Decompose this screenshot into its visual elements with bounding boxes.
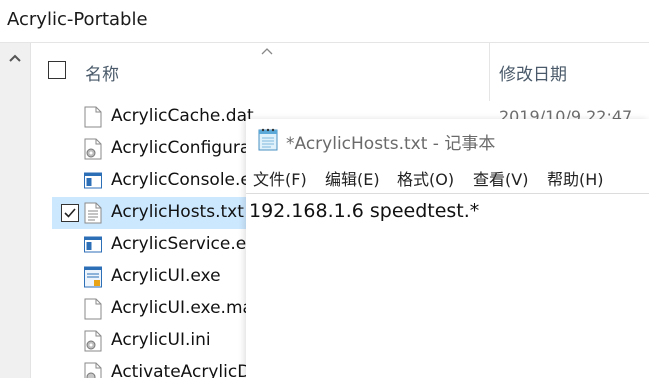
app-window-icon: [84, 170, 102, 192]
explorer-address-bar[interactable]: Acrylic-Portable: [0, 0, 649, 43]
config-file-icon: [84, 330, 102, 352]
file-row[interactable]: AcrylicCache.dat: [52, 101, 254, 133]
file-name: AcrylicConfigura: [111, 138, 251, 158]
app-ui-icon: [84, 266, 102, 288]
file-row[interactable]: AcrylicUI.exe: [52, 261, 252, 293]
file-row[interactable]: AcrylicConsole.e: [52, 165, 252, 197]
file-name: AcrylicConsole.e: [111, 170, 251, 190]
blank-file-icon: [84, 298, 102, 320]
column-header-name[interactable]: 名称: [85, 60, 119, 85]
menu-view[interactable]: 查看(V): [473, 166, 528, 190]
screen: Acrylic-Portable 名称 修改日期 AcrylicCache.da…: [0, 0, 649, 378]
notepad-content: 192.168.1.6 speedtest.*: [249, 200, 480, 222]
file-row[interactable]: AcrylicHosts.txt: [52, 197, 272, 229]
notepad-menu-bar: 文件(F) 编辑(E) 格式(O) 查看(V) 帮助(H): [246, 161, 649, 194]
notepad-title-bar[interactable]: *AcrylicHosts.txt - 记事本: [246, 119, 649, 161]
app-window-icon: [84, 234, 102, 256]
blank-file-icon: [84, 106, 102, 128]
file-row[interactable]: AcrylicService.ex: [52, 229, 256, 261]
file-name: AcrylicUI.exe: [111, 266, 221, 286]
menu-help[interactable]: 帮助(H): [547, 166, 604, 190]
column-header-row: 名称 修改日期: [31, 43, 649, 101]
menu-format[interactable]: 格式(O): [397, 166, 454, 190]
notepad-text-area[interactable]: 192.168.1.6 speedtest.*: [246, 194, 649, 378]
folder-title: Acrylic-Portable: [7, 9, 148, 30]
file-name: AcrylicHosts.txt: [111, 202, 244, 222]
chevron-up-icon: [9, 54, 21, 62]
file-row[interactable]: AcrylicUI.exe.ma: [52, 293, 253, 325]
sort-ascending-icon: [261, 48, 273, 55]
file-name: AcrylicCache.dat: [111, 106, 254, 126]
notepad-icon: [258, 128, 278, 151]
file-row[interactable]: AcrylicConfigura: [52, 133, 252, 165]
file-name: AcrylicService.ex: [111, 234, 256, 254]
script-file-icon: [84, 362, 102, 378]
column-divider[interactable]: [489, 43, 490, 101]
file-row[interactable]: ActivateAcrylicD: [52, 357, 252, 378]
text-file-icon: [84, 202, 102, 224]
select-all-checkbox[interactable]: [48, 61, 66, 79]
config-file-icon: [84, 138, 102, 160]
row-checkbox[interactable]: [61, 204, 79, 222]
file-row[interactable]: AcrylicUI.ini: [52, 325, 252, 357]
vertical-scrollbar[interactable]: [0, 43, 31, 378]
menu-file[interactable]: 文件(F): [253, 166, 307, 190]
notepad-title: *AcrylicHosts.txt - 记事本: [286, 134, 496, 154]
notepad-window: *AcrylicHosts.txt - 记事本 文件(F) 编辑(E) 格式(O…: [246, 119, 649, 378]
file-name: ActivateAcrylicD: [111, 362, 251, 378]
file-name: AcrylicUI.ini: [111, 330, 211, 350]
file-name: AcrylicUI.exe.ma: [111, 298, 253, 318]
column-header-date[interactable]: 修改日期: [499, 60, 567, 85]
menu-edit[interactable]: 编辑(E): [325, 166, 380, 190]
checkmark-icon: [64, 208, 76, 218]
scroll-up-button[interactable]: [0, 43, 30, 73]
